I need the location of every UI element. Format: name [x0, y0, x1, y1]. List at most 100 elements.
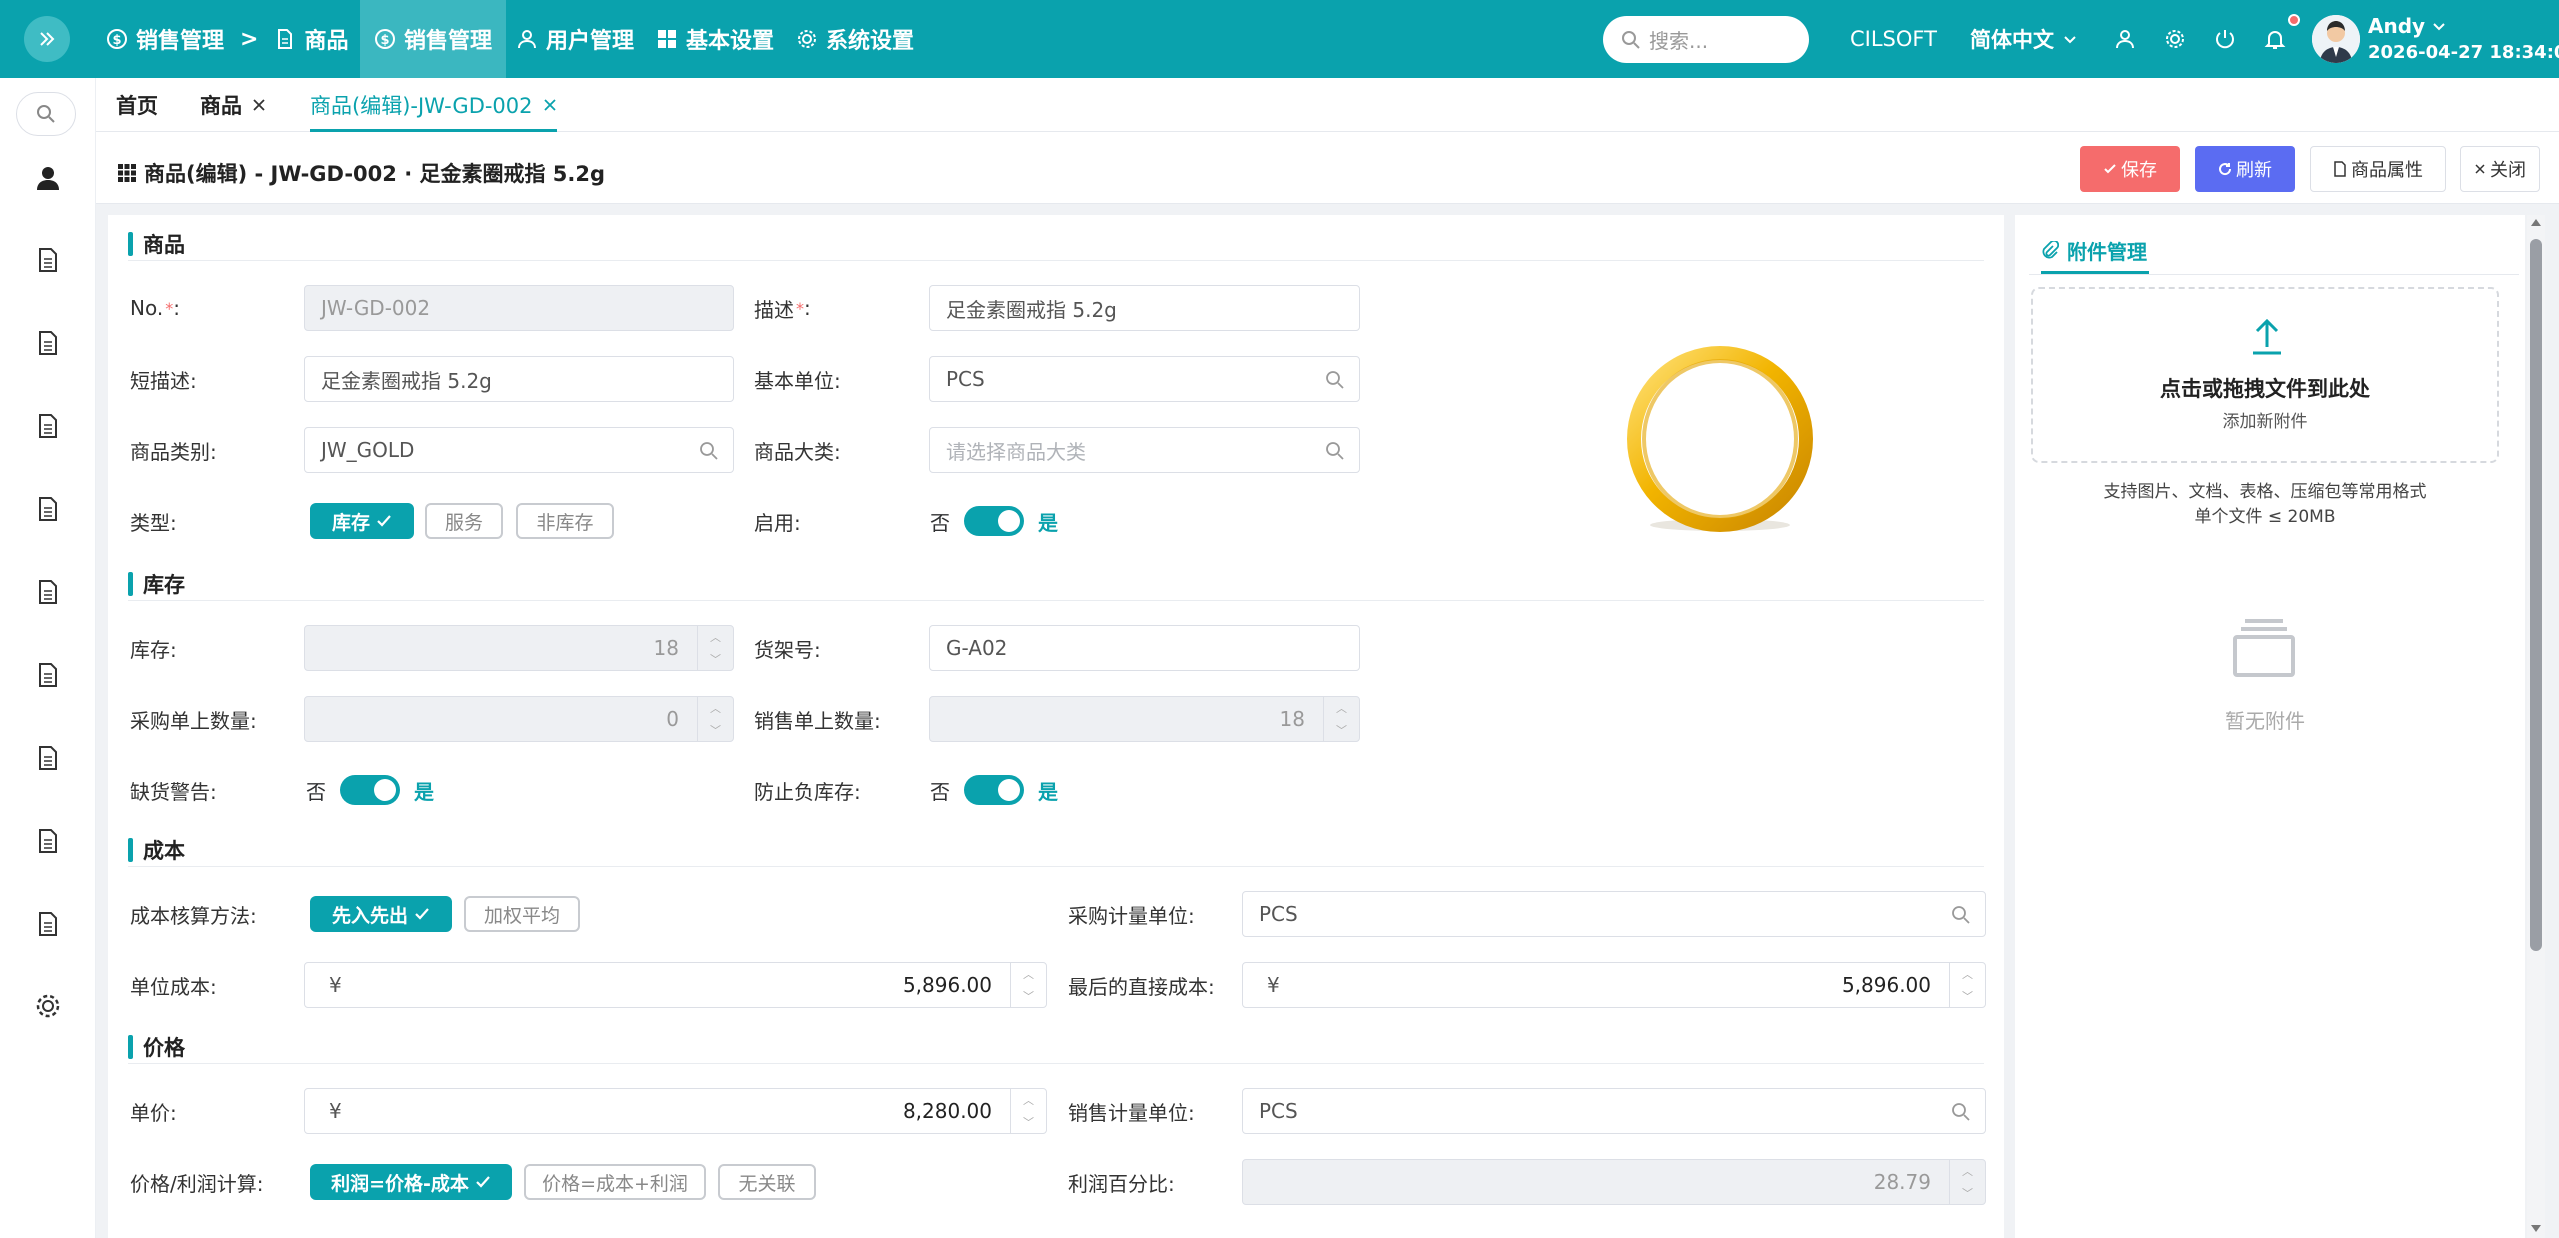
calc-option-price-label: 价格=成本+利润 — [542, 1172, 688, 1195]
settings-button[interactable] — [2164, 0, 2186, 78]
category-value: JW_GOLD — [321, 438, 415, 462]
sidebar-toggle-button[interactable] — [24, 16, 70, 62]
search-icon[interactable] — [699, 441, 719, 461]
unit-cost-field[interactable]: ¥ 5,896.00 ︿ ﹀ — [304, 962, 1047, 1008]
document-icon[interactable] — [34, 661, 62, 689]
attachments-tab-label: 附件管理 — [2067, 239, 2147, 264]
enabled-switch-track[interactable] — [964, 506, 1024, 536]
document-icon[interactable] — [34, 910, 62, 938]
gear-icon[interactable] — [34, 992, 62, 1020]
refresh-button[interactable]: 刷新 — [2195, 146, 2295, 192]
menu-basic-settings[interactable]: 基本设置 — [656, 0, 774, 78]
user-menu[interactable]: Andy — [2368, 14, 2447, 38]
menu-sales-label: 销售管理 — [404, 29, 493, 54]
tab-home[interactable]: 首页 — [116, 78, 158, 132]
unit-price-currency: ¥ — [329, 1099, 342, 1123]
profile-button[interactable] — [2114, 0, 2136, 78]
unit-cost-label: 单位成本: — [130, 974, 217, 999]
grid-icon — [118, 164, 136, 182]
menu-sales[interactable]: $ 销售管理 — [360, 0, 507, 78]
search-icon[interactable] — [1951, 1102, 1971, 1122]
unit-price-stepper[interactable]: ︿ ﹀ — [1010, 1089, 1046, 1133]
tab-product-edit[interactable]: 商品(编辑)-JW-GD-002 — [310, 78, 557, 132]
search-input[interactable]: 搜索... — [1603, 16, 1809, 63]
document-icon[interactable] — [34, 246, 62, 274]
menu-users[interactable]: 用户管理 — [516, 0, 634, 78]
empty-box-icon — [2233, 619, 2295, 677]
product-attributes-label: 商品属性 — [2351, 160, 2423, 181]
unit-cost-stepper[interactable]: ︿ ﹀ — [1010, 963, 1046, 1007]
description-field[interactable]: 足金素圈戒指 5.2g — [929, 285, 1360, 331]
type-option-non-stock-label: 非库存 — [536, 511, 594, 534]
type-option-non-stock[interactable]: 非库存 — [516, 503, 614, 539]
breadcrumb-root[interactable]: 销售管理 — [136, 23, 224, 55]
last-direct-cost-stepper[interactable]: ︿ ﹀ — [1949, 963, 1985, 1007]
close-icon[interactable] — [252, 98, 266, 112]
shelf-field[interactable]: G-A02 — [929, 625, 1360, 671]
breadcrumb-item[interactable]: 商品 — [304, 23, 348, 55]
tab-products[interactable]: 商品 — [200, 78, 266, 132]
major-category-field[interactable]: 请选择商品大类 — [929, 427, 1360, 473]
notifications-button[interactable] — [2264, 0, 2300, 78]
paperclip-icon — [2042, 241, 2059, 259]
cost-method-fifo[interactable]: 先入先出 — [310, 896, 452, 932]
stockout-warning-switch[interactable]: 否 是 — [306, 767, 434, 813]
no-field[interactable]: JW-GD-002 — [304, 285, 734, 331]
avatar[interactable] — [2312, 15, 2360, 63]
stockout-warning-track[interactable] — [340, 775, 400, 805]
type-option-service[interactable]: 服务 — [425, 503, 503, 539]
calc-option-none[interactable]: 无关联 — [718, 1164, 816, 1200]
user-icon — [2116, 30, 2134, 49]
product-attributes-button[interactable]: 商品属性 — [2310, 146, 2446, 192]
calc-option-profit[interactable]: 利润=价格-成本 — [310, 1164, 512, 1200]
enabled-switch[interactable]: 否 是 — [930, 498, 1058, 544]
document-icon[interactable] — [34, 578, 62, 606]
base-unit-field[interactable]: PCS — [929, 356, 1360, 402]
cost-method-average[interactable]: 加权平均 — [464, 896, 580, 932]
scrollbar-thumb[interactable] — [2530, 239, 2542, 951]
sales-unit-field[interactable]: PCS — [1242, 1088, 1986, 1134]
cost-method-label: 成本核算方法: — [130, 903, 257, 928]
last-direct-cost-field[interactable]: ¥ 5,896.00 ︿ ﹀ — [1242, 962, 1986, 1008]
calc-option-price[interactable]: 价格=成本+利润 — [524, 1164, 706, 1200]
close-icon[interactable] — [543, 98, 557, 112]
close-button[interactable]: 关闭 — [2460, 146, 2540, 192]
calc-option-none-label: 无关联 — [738, 1172, 796, 1195]
document-icon[interactable] — [34, 827, 62, 855]
po-qty-stepper: ︿ ﹀ — [697, 697, 733, 741]
section-product: 商品 — [128, 227, 1984, 261]
menu-system-settings[interactable]: 系统设置 — [796, 0, 914, 78]
page-title: 商品(编辑) - JW-GD-002 · 足金素圈戒指 5.2g — [118, 132, 605, 214]
short-description-field[interactable]: 足金素圈戒指 5.2g — [304, 356, 734, 402]
prevent-negative-track[interactable] — [964, 775, 1024, 805]
document-icon[interactable] — [34, 412, 62, 440]
page-scrollbar[interactable] — [2527, 215, 2545, 1238]
type-option-stock[interactable]: 库存 — [310, 503, 414, 539]
category-field[interactable]: JW_GOLD — [304, 427, 734, 473]
save-button[interactable]: 保存 — [2080, 146, 2180, 192]
search-icon[interactable] — [1325, 441, 1345, 461]
base-unit-value: PCS — [946, 367, 985, 391]
document-icon[interactable] — [34, 329, 62, 357]
sidebar — [0, 78, 96, 1238]
attachments-tab[interactable]: 附件管理 — [2041, 227, 2147, 273]
user-icon[interactable] — [34, 164, 62, 192]
breadcrumb: $ 销售管理 > 商品 — [106, 0, 348, 78]
stock-qty-field: 18 ︿ ﹀ — [304, 625, 734, 671]
stock-qty-label: 库存: — [130, 637, 177, 662]
scroll-up-arrow[interactable] — [2531, 219, 2541, 226]
prevent-negative-switch[interactable]: 否 是 — [930, 767, 1058, 813]
upload-dropzone[interactable]: 点击或拖拽文件到此处 添加新附件 — [2031, 287, 2499, 463]
search-icon[interactable] — [1951, 905, 1971, 925]
document-icon[interactable] — [34, 495, 62, 523]
category-label: 商品类别: — [130, 439, 217, 464]
unit-price-field[interactable]: ¥ 8,280.00 ︿ ﹀ — [304, 1088, 1047, 1134]
sidebar-search-button[interactable] — [16, 92, 76, 136]
search-icon[interactable] — [1325, 370, 1345, 390]
purchase-unit-field[interactable]: PCS — [1242, 891, 1986, 937]
enabled-no: 否 — [930, 510, 950, 535]
language-selector[interactable]: 简体中文 — [1970, 0, 2078, 78]
scroll-down-arrow[interactable] — [2531, 1225, 2541, 1232]
logout-button[interactable] — [2214, 0, 2236, 78]
document-icon[interactable] — [34, 744, 62, 772]
